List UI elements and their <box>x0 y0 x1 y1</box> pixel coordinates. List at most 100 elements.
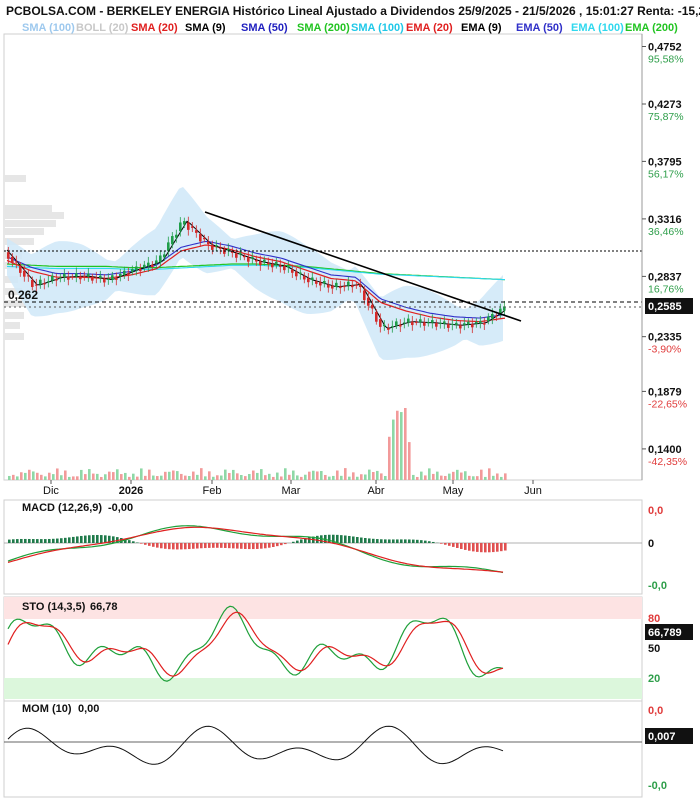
candle-body <box>19 266 22 273</box>
candle-body <box>467 321 470 325</box>
price-tick-label: 0,1400 <box>648 444 682 456</box>
price-tick-label: 0,4273 <box>648 99 682 111</box>
candle-body <box>183 221 186 225</box>
candle-body <box>499 308 502 314</box>
volume-bar <box>284 468 287 480</box>
macd-histogram-bar <box>264 543 267 549</box>
volume-bar <box>280 476 283 480</box>
macd-histogram-bar <box>408 539 411 543</box>
volume-bar <box>492 475 495 480</box>
candle-body <box>227 248 230 251</box>
volume-bar <box>56 468 59 480</box>
volume-bar <box>344 468 347 480</box>
candle-body <box>319 282 322 286</box>
volume-bar <box>336 470 339 480</box>
volume-profile-bar <box>4 333 24 340</box>
macd-histogram-bar <box>144 543 147 545</box>
volume-bar <box>192 471 195 480</box>
macd-histogram-bar <box>364 538 367 543</box>
candle-body <box>487 316 490 321</box>
macd-histogram-bar <box>352 536 355 543</box>
macd-histogram-bar <box>32 539 35 543</box>
volume-bar <box>320 471 323 480</box>
volume-profile-bar <box>4 220 56 227</box>
macd-histogram-bar <box>176 543 179 550</box>
macd-histogram-bar <box>212 543 215 548</box>
volume-bar <box>184 475 187 480</box>
macd-histogram-bar <box>420 540 423 543</box>
candle-body <box>403 322 406 324</box>
macd-histogram-bar <box>252 543 255 550</box>
macd-histogram-bar <box>384 539 387 543</box>
macd-histogram-bar <box>84 535 87 543</box>
volume-bar <box>368 469 371 480</box>
volume-profile-bar <box>4 228 44 235</box>
macd-histogram-bar <box>216 543 219 548</box>
legend-item: EMA (20) <box>406 22 453 34</box>
candle-body <box>479 320 482 324</box>
volume-bar <box>292 470 295 480</box>
candle-body <box>175 234 178 238</box>
macd-tick-zero: 0 <box>648 538 654 550</box>
candle-body <box>111 275 114 280</box>
candle-body <box>411 321 414 326</box>
macd-histogram-bar <box>148 543 151 546</box>
macd-histogram-bar <box>356 537 359 543</box>
volume-bar <box>60 475 63 480</box>
volume-bar <box>36 472 39 480</box>
macd-histogram-bar <box>348 535 351 543</box>
macd-histogram-bar <box>36 539 39 543</box>
macd-histogram-bar <box>268 543 271 548</box>
volume-bar <box>252 470 255 480</box>
macd-histogram-bar <box>404 539 407 543</box>
candle-body <box>375 311 378 322</box>
volume-profile-bar <box>4 212 64 219</box>
candle-body <box>423 322 426 326</box>
volume-bar <box>96 473 99 480</box>
candle-body <box>203 237 206 240</box>
candle-body <box>115 277 118 280</box>
candle-body <box>179 222 182 232</box>
candle-body <box>75 273 78 277</box>
candle-body <box>347 281 350 286</box>
candle-body <box>43 283 46 285</box>
volume-bar <box>232 469 235 480</box>
candle-body <box>415 321 418 323</box>
macd-histogram-bar <box>204 543 207 549</box>
macd-histogram-bar <box>260 543 263 549</box>
volume-bar <box>324 474 327 480</box>
candle-body <box>67 276 70 280</box>
volume-bar <box>396 410 399 480</box>
macd-histogram-bar <box>400 539 403 543</box>
macd-histogram-bar <box>68 537 71 543</box>
legend-item: BOLL (20) <box>76 22 129 34</box>
volume-bar <box>228 472 231 480</box>
volume-bar <box>436 471 439 480</box>
volume-bar <box>404 408 407 480</box>
volume-bar <box>384 476 387 480</box>
macd-histogram-bar <box>452 543 455 547</box>
candle-body <box>407 318 410 323</box>
volume-bar <box>348 476 351 480</box>
volume-bar <box>144 475 147 480</box>
macd-histogram-bar <box>76 536 79 543</box>
volume-bar <box>456 469 459 480</box>
reference-level-label: 0,262 <box>8 288 38 302</box>
candle-body <box>59 277 62 279</box>
macd-histogram-bar <box>272 543 275 548</box>
volume-bar <box>204 476 207 480</box>
candle-body <box>151 264 154 268</box>
volume-bar <box>276 472 279 480</box>
legend-item: SMA (100) <box>22 22 75 34</box>
volume-bar <box>496 473 499 480</box>
candle-body <box>247 257 250 262</box>
candle-body <box>127 273 130 276</box>
candle-body <box>299 272 302 274</box>
sto-tick-20: 20 <box>648 673 660 685</box>
candle-body <box>275 261 278 265</box>
volume-bar <box>80 469 83 480</box>
macd-histogram-bar <box>156 543 159 548</box>
volume-bar <box>152 475 155 480</box>
volume-bar <box>416 476 419 480</box>
candle-body <box>351 285 354 288</box>
